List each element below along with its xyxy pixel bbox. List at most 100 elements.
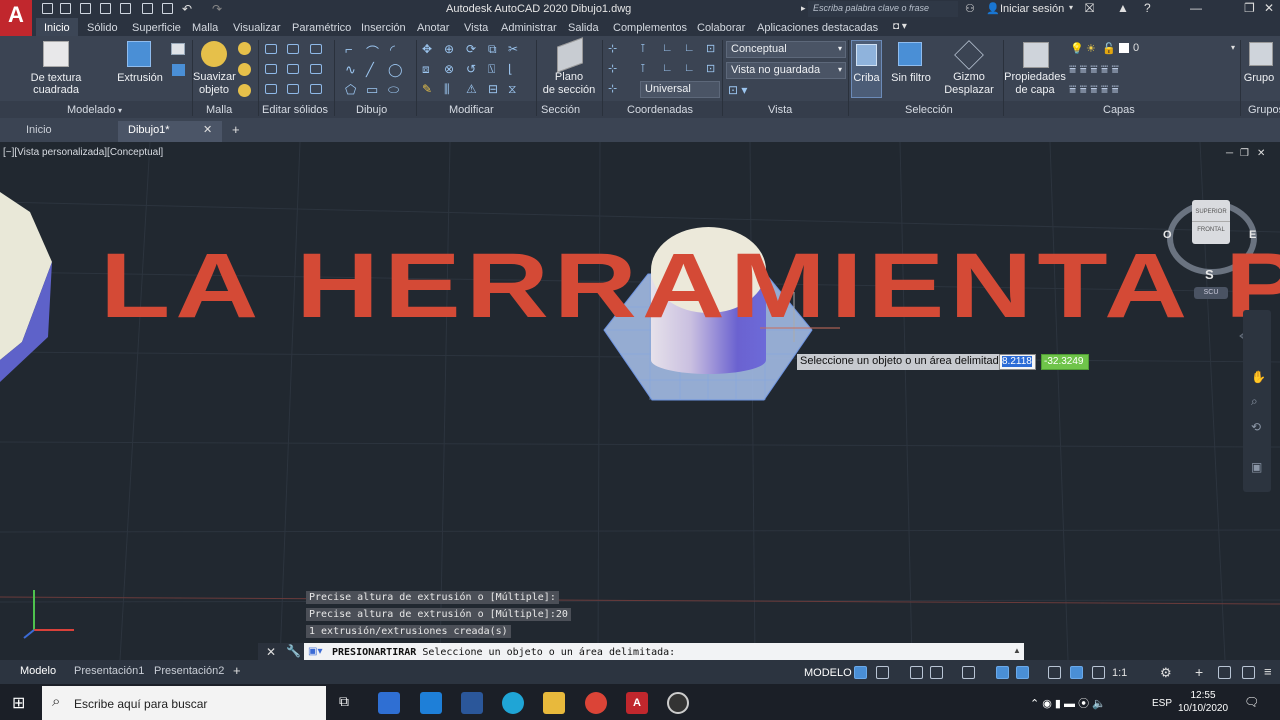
mesh-smooth-less-icon[interactable]	[238, 63, 251, 76]
navigation-bar[interactable]: ✋ ⌕ ⟲ ▣	[1243, 310, 1271, 492]
chevron-down-icon[interactable]: ▾	[1069, 3, 1073, 12]
arc-icon[interactable]: ◜	[390, 42, 395, 58]
ucs-dropdown[interactable]: Universal	[640, 81, 720, 98]
mail-icon[interactable]	[420, 692, 442, 714]
ucs-3point-icon[interactable]: ⊡	[706, 62, 715, 75]
sin-filtro-button[interactable]: Sin filtro	[886, 72, 936, 84]
separate-icon[interactable]	[287, 84, 299, 94]
copy-icon[interactable]: ⧈	[422, 62, 430, 77]
binoculars-icon[interactable]: ⚇	[965, 2, 975, 15]
subtract-icon[interactable]	[287, 44, 299, 54]
new-file-icon[interactable]	[42, 3, 53, 14]
circle-icon[interactable]: ◯	[388, 62, 403, 78]
panel-modelado-label[interactable]: Modelado	[67, 104, 115, 116]
intersect-icon[interactable]	[310, 44, 322, 54]
close-tab-icon[interactable]: ✕	[203, 123, 212, 136]
3d-rotate-icon[interactable]: ⊗	[444, 62, 454, 76]
viewport-close-icon[interactable]: ✕	[1257, 148, 1265, 159]
ucs-menu-button[interactable]: SCU	[1194, 287, 1228, 299]
task-view-icon[interactable]: ⧉	[339, 693, 349, 710]
workspace-gear-icon[interactable]: ⚙	[1160, 665, 1172, 681]
panel-seccion-label[interactable]: Sección	[541, 104, 580, 116]
windows-start-icon[interactable]: ⊞	[12, 693, 25, 713]
layer-tools-icons-row1[interactable]: ⩸ ⩸ ⩸ ⩸ ⩸	[1069, 62, 1119, 77]
grupo-button[interactable]: Grupo	[1242, 72, 1276, 84]
imprint-icon[interactable]	[310, 84, 322, 94]
layer-tools-icons-row2[interactable]: ⩸ ⩸ ⩸ ⩸ ⩸	[1069, 82, 1119, 97]
annotation-scale[interactable]: 1:1	[1112, 667, 1127, 679]
layout-tab-presentacion2[interactable]: Presentación2	[154, 665, 224, 677]
chevron-down-icon[interactable]: ▾	[118, 106, 122, 115]
command-line-input[interactable]: PRESIONARTIRAR Seleccione un objeto o un…	[332, 647, 675, 658]
layer-color-swatch[interactable]	[1119, 43, 1129, 53]
tab-parametrico[interactable]: Paramétrico	[292, 22, 351, 34]
compass-east[interactable]: E	[1249, 229, 1256, 241]
rotate-ccw-icon[interactable]: ↺	[466, 62, 476, 76]
solid-history-icon[interactable]	[265, 64, 277, 74]
customize-wrench-icon[interactable]: 🔧	[286, 644, 301, 658]
chevron-down-icon[interactable]: ▾	[1231, 43, 1235, 52]
object-snap-tracking-icon[interactable]	[996, 666, 1009, 679]
tab-salida[interactable]: Salida	[568, 22, 599, 34]
system-tray-icons[interactable]: ⌃ ◉ ▮ ▬ ⦿ 🔈	[1030, 695, 1106, 711]
rotate-icon[interactable]: ⟳	[466, 42, 476, 56]
move-icon[interactable]: ✥	[422, 42, 432, 56]
dynamic-input-x-field[interactable]: 8.2118	[999, 354, 1036, 370]
ucs-face-icon[interactable]: ⊺	[640, 62, 646, 75]
viewport-controls-label[interactable]: [−][Vista personalizada][Conceptual]	[3, 147, 163, 158]
drawing-canvas[interactable]: LA HERRAMIENTA PRESIO	[0, 142, 1280, 660]
lineweight-icon[interactable]	[1048, 666, 1061, 679]
redo-icon[interactable]: ↷	[212, 2, 222, 16]
dynamic-input-y-field[interactable]: -32.3249	[1041, 354, 1089, 370]
layer-freeze-icon[interactable]: ☀	[1086, 42, 1096, 55]
tab-superficie[interactable]: Superficie	[132, 22, 181, 34]
viewcube[interactable]: SUPERIOR FRONTAL	[1192, 200, 1230, 244]
tab-insercion[interactable]: Inserción	[361, 22, 406, 34]
save-web-icon[interactable]	[142, 3, 153, 14]
spline-icon[interactable]: ⌒	[366, 42, 379, 61]
panel-editar-solidos-label[interactable]: Editar sólidos	[262, 104, 328, 116]
panel-capas-label[interactable]: Capas	[1103, 104, 1135, 116]
saved-view-dropdown[interactable]: Vista no guardada ▾	[726, 62, 846, 79]
exchange-icon[interactable]: ⛝	[1085, 1, 1094, 16]
tab-anotar[interactable]: Anotar	[417, 22, 449, 34]
layer-name[interactable]: 0	[1133, 42, 1139, 54]
ucs-icon-settings[interactable]: ⊹	[608, 82, 617, 95]
tab-aplicaciones-destacadas[interactable]: Aplicaciones destacadas	[757, 22, 878, 34]
presspull-icon[interactable]	[171, 43, 185, 55]
ortho-icon[interactable]	[910, 666, 923, 679]
ucs-y-icon[interactable]: ∟	[684, 62, 695, 74]
edge-icon[interactable]	[502, 692, 524, 714]
save-icon[interactable]	[80, 3, 91, 14]
open-web-icon[interactable]	[120, 3, 131, 14]
2d-object-snap-icon[interactable]	[1016, 666, 1029, 679]
mesh-refine-icon[interactable]	[238, 84, 251, 97]
union-icon[interactable]	[265, 44, 277, 54]
isodraft-icon[interactable]	[962, 666, 975, 679]
showmotion-icon[interactable]: ▣	[1251, 460, 1262, 474]
viewcube-top-face[interactable]: SUPERIOR	[1192, 200, 1230, 222]
ucs-origin-icon[interactable]: ∟	[662, 42, 673, 54]
panel-malla-label[interactable]: Malla	[206, 104, 232, 116]
new-tab-icon[interactable]: +	[232, 122, 240, 137]
array-icon[interactable]: ⚠	[466, 82, 477, 96]
command-history-toggle-icon[interactable]: ▲	[1013, 646, 1021, 655]
pan-icon[interactable]: ✋	[1251, 370, 1266, 384]
ucs-world-icon[interactable]: ⊺	[640, 42, 646, 55]
undo-icon[interactable]: ↶	[182, 2, 192, 16]
offset-icon[interactable]: ⊟	[488, 82, 498, 96]
panel-modificar-label[interactable]: Modificar	[449, 104, 494, 116]
obs-icon[interactable]	[667, 692, 689, 714]
plot-icon[interactable]	[162, 3, 173, 14]
gizmo-desplazar-button[interactable]: Gizmo Desplazar	[940, 71, 998, 97]
smooth-solid-icon[interactable]	[172, 64, 185, 76]
ellipse-icon[interactable]: ⬭	[388, 82, 399, 98]
tab-colaborar[interactable]: Colaborar	[697, 22, 745, 34]
viewport-config-icon[interactable]: ⊡ ▾	[728, 83, 747, 97]
panel-coordenadas-label[interactable]: Coordenadas	[627, 104, 693, 116]
compass-west[interactable]: O	[1163, 229, 1172, 241]
file-explorer-icon[interactable]	[543, 692, 565, 714]
stretch-icon[interactable]: ⍂	[488, 62, 495, 77]
tab-solido[interactable]: Sólido	[87, 22, 118, 34]
auto-scale-icon[interactable]	[1092, 666, 1105, 679]
